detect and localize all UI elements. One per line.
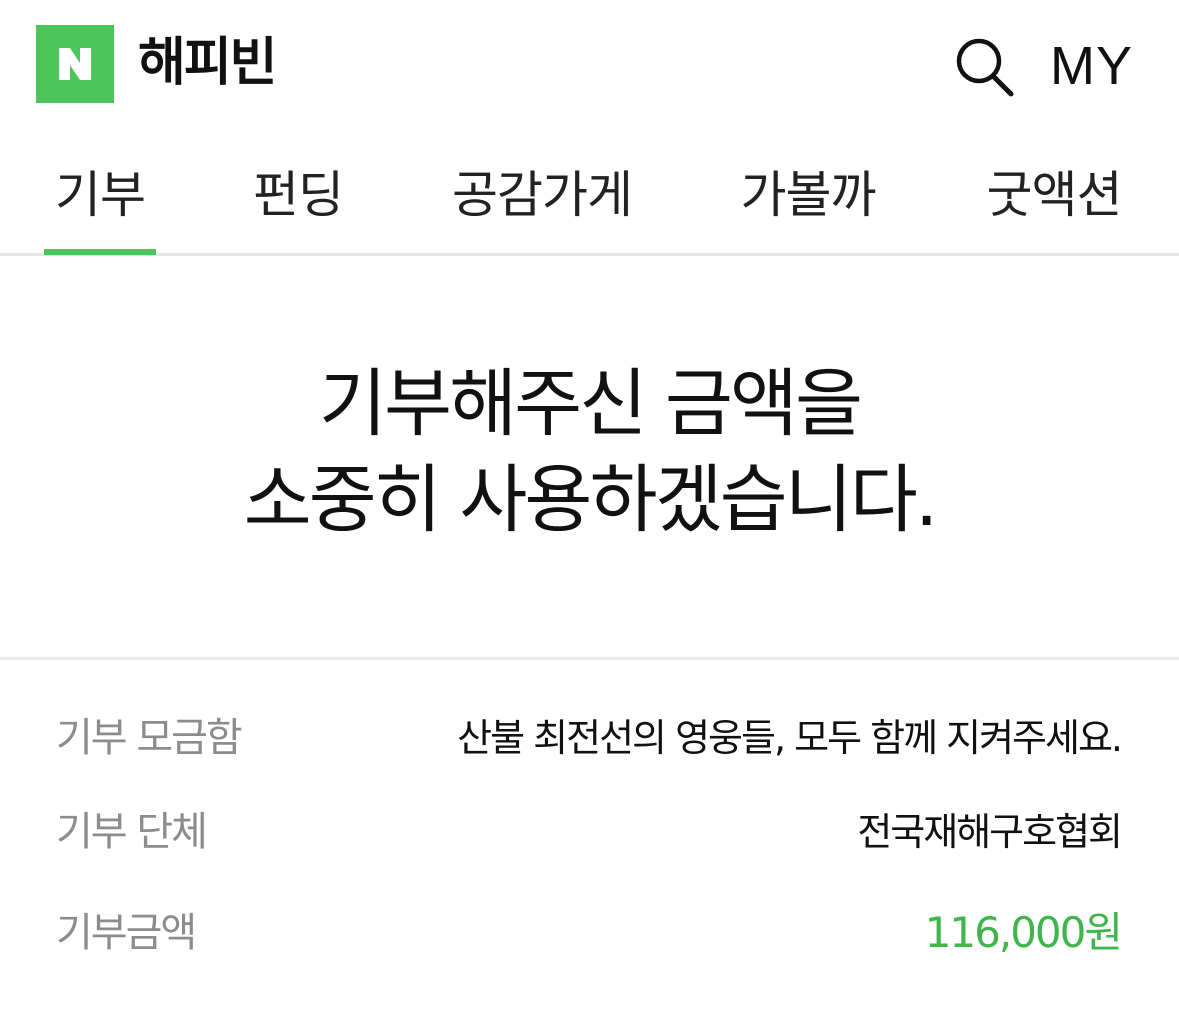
tab-shall-we-go[interactable]: 가볼까	[728, 160, 888, 230]
amount-value: 116,000원	[924, 908, 1123, 957]
fundraiser-value: 산불 최전선의 영웅들, 모두 함께 지켜주세요.	[457, 716, 1123, 760]
service-title[interactable]: 해피빈	[138, 30, 278, 96]
category-tabs: 기부 펀딩 공감가게 가볼까 굿액션	[0, 130, 1179, 256]
organization-label: 기부 단체	[56, 809, 208, 855]
detail-row-amount: 기부금액 116,000원	[0, 903, 1179, 963]
search-button[interactable]	[952, 34, 1016, 98]
thank-you-message: 기부해주신 금액을 소중히 사용하겠습니다.	[0, 356, 1179, 548]
tab-empathy-store[interactable]: 공감가게	[440, 160, 644, 230]
message-line-2: 소중히 사용하겠습니다.	[243, 457, 939, 543]
section-divider	[0, 657, 1179, 660]
tab-donation[interactable]: 기부	[44, 160, 156, 230]
app-header: 해피빈 MY	[0, 0, 1179, 130]
amount-label: 기부금액	[56, 910, 197, 956]
naver-logo[interactable]	[36, 25, 114, 103]
naver-n-icon	[59, 48, 91, 80]
fundraiser-label: 기부 모금함	[56, 715, 243, 761]
my-page-button[interactable]: MY	[1050, 34, 1136, 98]
detail-row-organization: 기부 단체 전국재해구호협회	[0, 802, 1179, 862]
message-line-1: 기부해주신 금액을	[318, 361, 863, 447]
search-icon	[956, 38, 1014, 97]
active-tab-indicator	[44, 249, 156, 255]
detail-row-fundraiser: 기부 모금함 산불 최전선의 영웅들, 모두 함께 지켜주세요.	[0, 708, 1179, 768]
tab-good-action[interactable]: 굿액션	[972, 160, 1136, 230]
tab-funding[interactable]: 펀딩	[242, 160, 354, 230]
organization-value: 전국재해구호협회	[857, 810, 1123, 854]
